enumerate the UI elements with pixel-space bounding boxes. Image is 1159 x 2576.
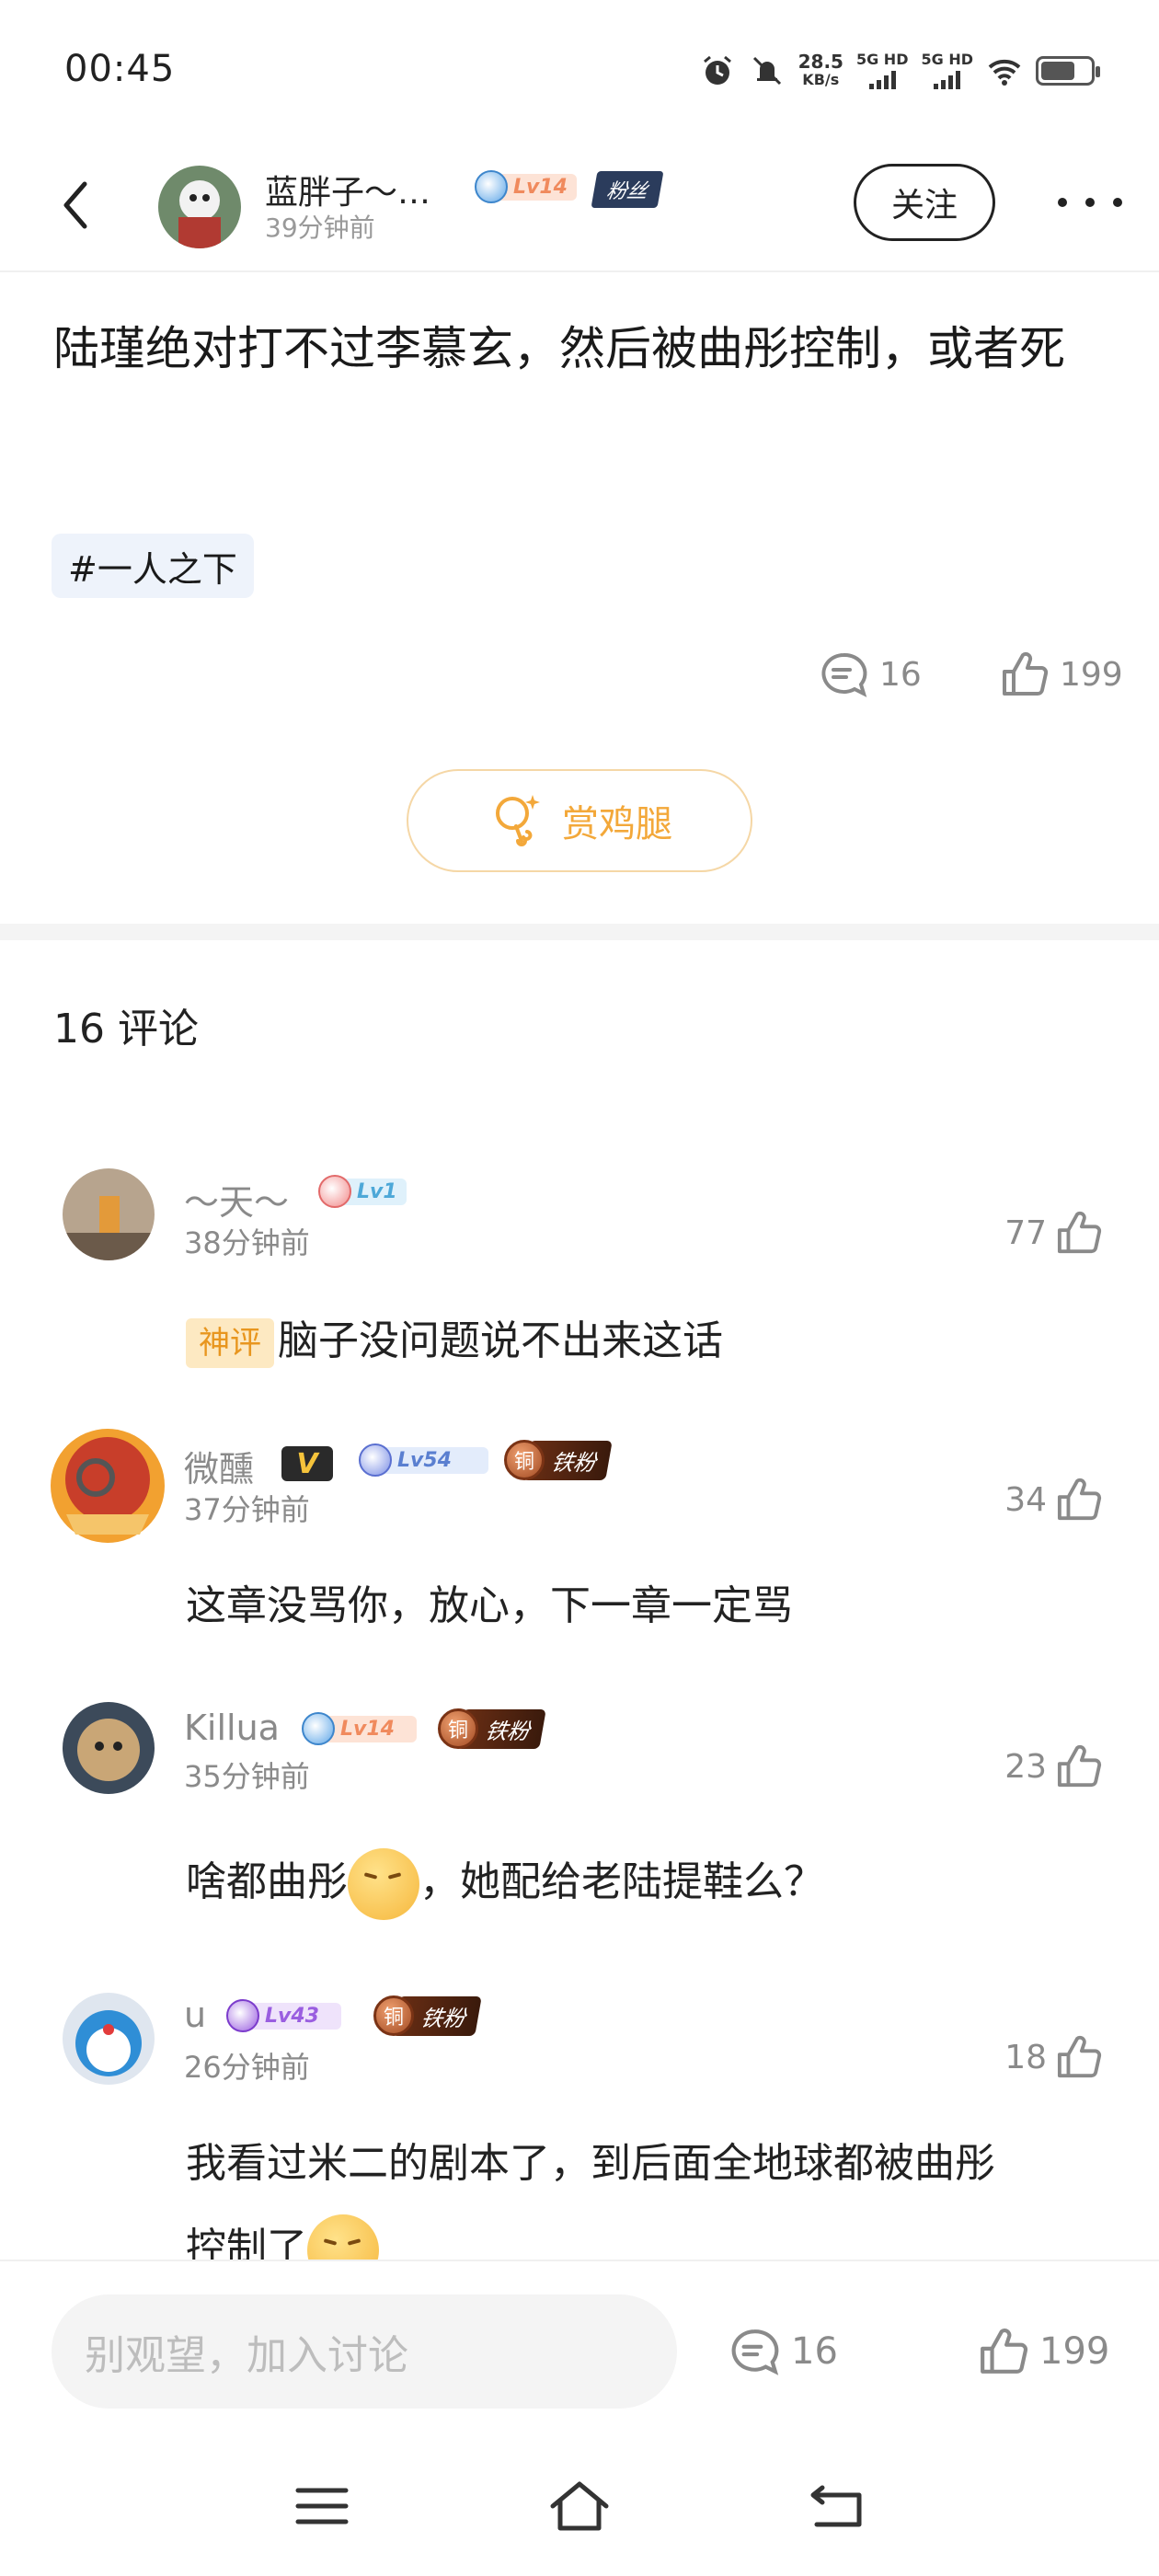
thumbs-up-icon [981,2329,1028,2374]
chicken-leg-icon [496,795,540,846]
section-divider [0,924,1159,940]
system-nav-bar [0,2469,1159,2561]
avatar-image [158,166,241,248]
signal-bars-icon [934,69,961,89]
comments-heading: 16 评论 [53,1006,199,1052]
avatar-image [51,1429,165,1543]
comment-input[interactable]: 别观望，加入讨论 [52,2294,677,2409]
menu-icon[interactable] [285,2469,359,2543]
level-badge: Lv14 [475,170,577,203]
back-arrow-icon[interactable] [48,173,103,237]
sim1-signal: 5G HD [856,52,908,89]
author-avatar[interactable] [158,166,241,248]
more-dots-icon[interactable] [1058,184,1122,221]
thumbs-up-icon [1003,651,1049,696]
author-name[interactable]: 蓝胖子～… [265,166,430,213]
sly-face-emoji-icon [307,2214,379,2260]
signal-bars-icon [868,69,896,89]
comment-bubble-icon [821,652,867,697]
level-badge: Lv14 [302,1712,417,1745]
comment-like[interactable]: 18 [1004,2035,1102,2079]
thumbs-up-icon [1057,1478,1102,1521]
comment-bubble-icon [731,2329,779,2375]
bottom-like-button[interactable]: 199 [979,2328,1109,2375]
level-emblem-icon [475,170,508,203]
avatar-image [63,1702,155,1794]
post-body: 陆瑾绝对打不过李慕玄，然后被曲彤控制，或者死 [53,322,1065,375]
fan-level-badge: 铜 铁粉 [504,1440,613,1480]
follow-button[interactable]: 关注 [854,164,995,241]
bronze-medal-icon: 铜 [373,1995,414,2036]
comment-like[interactable]: 23 [1004,1744,1102,1788]
commenter-avatar[interactable] [48,1426,167,1546]
return-icon[interactable] [800,2469,874,2543]
comment-text: 神评 脑子没问题说不出来这话 [186,1299,1106,1384]
reward-button[interactable]: 赏鸡腿 [407,769,752,872]
thumbs-up-icon [1057,1744,1102,1788]
mute-bell-icon [752,56,781,86]
fan-level-badge: 铜 铁粉 [438,1708,546,1749]
alarm-icon [703,55,731,85]
level-emblem-icon [226,1999,259,2032]
wifi-icon [988,59,1021,86]
comment-like[interactable]: 34 [1004,1478,1102,1522]
hot-comment-tag: 神评 [186,1318,274,1368]
thumbs-up-icon [1057,1211,1102,1254]
commenter-name[interactable]: 微醺 [184,1441,254,1491]
commenter-avatar[interactable] [63,1702,155,1794]
avatar-image [63,1168,155,1260]
level-badge: Lv1 [318,1175,407,1208]
fan-tag: 粉丝 [591,171,664,208]
bronze-medal-icon: 铜 [438,1708,478,1749]
commenter-avatar[interactable] [63,1993,155,2085]
home-icon[interactable] [543,2469,616,2543]
bottom-comment-button[interactable]: 16 [729,2328,838,2375]
commenter-avatar[interactable] [63,1168,155,1260]
comment-time: 35分钟前 [184,1759,310,1794]
vip-badge: V [281,1446,333,1481]
comment-time: 26分钟前 [184,2050,310,2085]
comment-time: 38分钟前 [184,1225,310,1260]
thumbs-up-icon [1057,2035,1102,2078]
status-icons: 28.5 KB/s 5G HD 5G HD [699,48,1100,94]
level-badge: Lv43 [226,1999,341,2032]
level-badge: Lv54 [359,1443,488,1477]
comment-time: 37分钟前 [184,1492,310,1527]
commenter-name[interactable]: Killua [184,1708,280,1748]
post-like-stat[interactable]: 199 [1001,651,1123,697]
post-comment-stat[interactable]: 16 [819,651,922,697]
clock: 00:45 [64,48,176,90]
status-bar: 00:45 28.5 KB/s 5G HD 5G HD [0,0,1159,138]
bronze-medal-icon: 铜 [504,1440,545,1480]
comment-text: 这章没骂你，放心，下一章一定骂 [186,1582,793,1629]
comment-text: 我看过米二的剧本了，到后面全地球都被曲彤 控制了 [186,2122,1106,2260]
comment-text: 啥都曲彤 ，她配给老陆提鞋么？ [186,1840,1106,1925]
post-header: 蓝胖子～… 39分钟前 Lv14 粉丝 关注 [0,147,1159,272]
sim2-signal: 5G HD [921,52,973,89]
commenter-name[interactable]: ～天～ [184,1174,289,1225]
battery-icon [1036,56,1100,86]
bottom-bar: 别观望，加入讨论 16 199 [0,2260,1159,2576]
level-emblem-icon [359,1443,392,1477]
level-emblem-icon [302,1712,335,1745]
fan-level-badge: 铜 铁粉 [373,1995,482,2036]
commenter-name[interactable]: u [184,1995,206,2035]
topic-tag[interactable]: #一人之下 [52,534,254,598]
avatar-image [63,1993,155,2085]
comment-like[interactable]: 77 [1004,1211,1102,1255]
post-time: 39分钟前 [265,213,375,243]
level-emblem-icon [318,1175,351,1208]
sly-face-emoji-icon [348,1848,419,1920]
net-speed: 28.5 KB/s [798,51,843,88]
